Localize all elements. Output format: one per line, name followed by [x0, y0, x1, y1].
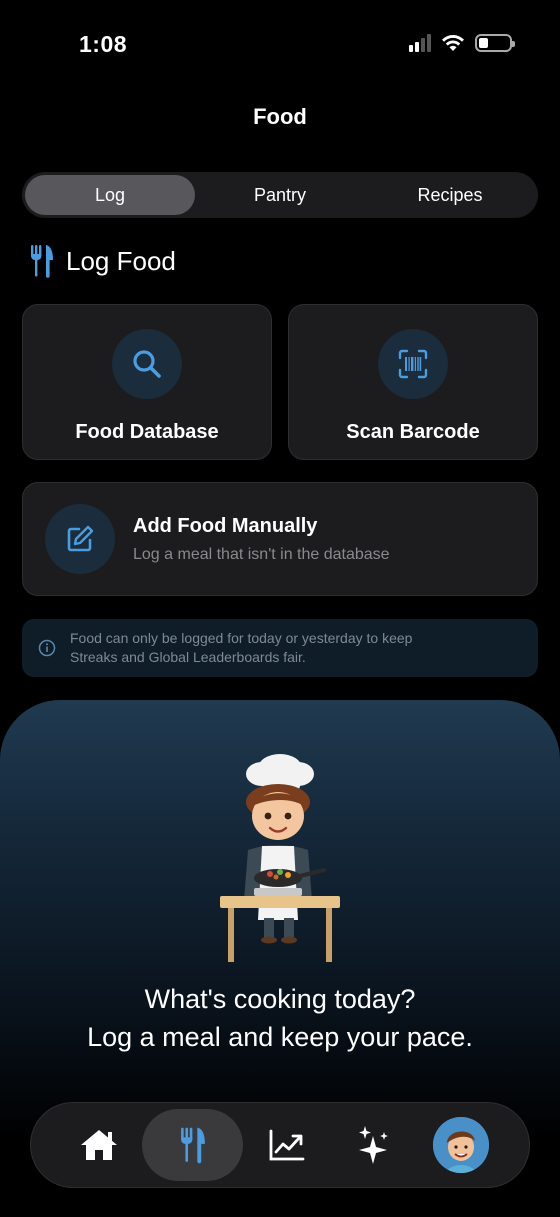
- tab-log[interactable]: Log: [25, 175, 195, 215]
- status-bar: 1:08: [0, 0, 560, 90]
- food-database-button[interactable]: Food Database: [22, 304, 272, 460]
- tab-pantry[interactable]: Pantry: [195, 175, 365, 215]
- fork-knife-icon: [31, 245, 53, 278]
- hero-heading-line2: Log a meal and keep your pace.: [87, 1022, 473, 1052]
- add-food-manually-title: Add Food Manually: [133, 514, 318, 537]
- tab-recipes[interactable]: Recipes: [365, 175, 535, 215]
- segmented-control: Log Pantry Recipes: [22, 172, 538, 218]
- cellular-signal-icon: [409, 34, 431, 52]
- page-title: Food: [253, 104, 307, 129]
- hero-heading-line1: What's cooking today?: [144, 984, 416, 1014]
- battery-icon: [475, 34, 515, 52]
- info-icon: [38, 639, 56, 657]
- add-food-manually-button[interactable]: Add Food Manually Log a meal that isn't …: [22, 482, 538, 596]
- edit-icon: [67, 525, 94, 552]
- food-database-label: Food Database: [75, 421, 219, 443]
- section-title: Log Food: [66, 245, 176, 276]
- wifi-icon: [442, 35, 464, 51]
- section-header: Log Food: [30, 244, 176, 278]
- chart-icon: [269, 1129, 305, 1161]
- info-text-line2: Streaks and Global Leaderboards fair.: [70, 649, 306, 665]
- info-text: Food can only be logged for today or yes…: [70, 629, 412, 667]
- status-icons: [409, 34, 515, 52]
- scan-barcode-icon-circle: [378, 329, 448, 399]
- tab-profile[interactable]: [418, 1109, 505, 1181]
- add-food-manually-text: Add Food Manually Log a meal that isn't …: [133, 515, 390, 564]
- barcode-scan-icon: [398, 349, 428, 379]
- sparkles-icon: [359, 1126, 389, 1164]
- tab-home[interactable]: [55, 1109, 142, 1181]
- info-banner: Food can only be logged for today or yes…: [22, 619, 538, 677]
- tab-ai[interactable]: [330, 1109, 417, 1181]
- status-time: 1:08: [79, 31, 128, 57]
- tab-food[interactable]: [142, 1109, 244, 1181]
- bottom-tab-bar: [30, 1102, 530, 1188]
- scan-barcode-button[interactable]: Scan Barcode: [288, 304, 538, 460]
- add-food-manually-subtitle: Log a meal that isn't in the database: [133, 545, 390, 563]
- fork-knife-icon: [180, 1127, 205, 1164]
- info-text-line1: Food can only be logged for today or yes…: [70, 630, 413, 646]
- tab-progress[interactable]: [243, 1109, 330, 1181]
- add-food-manually-icon-circle: [45, 504, 115, 574]
- scan-barcode-label: Scan Barcode: [346, 421, 480, 443]
- search-icon: [133, 350, 161, 378]
- avatar: [433, 1117, 490, 1173]
- food-database-icon-circle: [112, 329, 182, 399]
- home-icon: [80, 1130, 117, 1160]
- chef-illustration: [220, 754, 340, 962]
